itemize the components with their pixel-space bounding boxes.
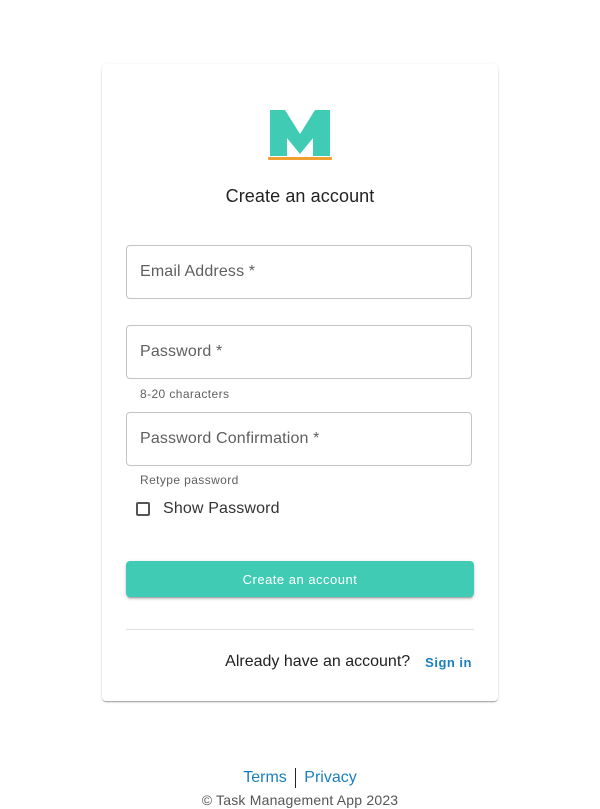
password-confirmation-helper-text: Retype password	[140, 473, 239, 487]
show-password-label: Show Password	[163, 500, 280, 517]
password-helper-text: 8-20 characters	[140, 387, 230, 401]
footer-links: Terms Privacy	[0, 768, 600, 788]
show-password-checkbox[interactable]	[136, 502, 150, 516]
show-password-toggle[interactable]: Show Password	[136, 498, 280, 520]
signup-card: Create an account Email Address * Passwo…	[102, 64, 498, 701]
privacy-link[interactable]: Privacy	[304, 769, 356, 787]
divider	[126, 629, 474, 630]
copyright-text: © Task Management App 2023	[201, 792, 399, 808]
password-field[interactable]: Password *	[126, 325, 472, 379]
email-input[interactable]	[127, 246, 471, 298]
page-title: Create an account	[225, 186, 375, 206]
signup-page: Create an account Email Address * Passwo…	[0, 0, 600, 809]
signin-link[interactable]: Sign in	[425, 655, 472, 670]
email-field[interactable]: Email Address *	[126, 245, 472, 299]
password-confirmation-field[interactable]: Password Confirmation *	[126, 412, 472, 466]
signin-row: Already have an account? Sign in	[102, 652, 472, 672]
footer-divider	[294, 768, 297, 788]
signin-prompt: Already have an account?	[225, 653, 411, 670]
m-logo-icon	[268, 110, 332, 160]
create-account-button[interactable]: Create an account	[126, 561, 474, 597]
terms-link[interactable]: Terms	[243, 769, 287, 787]
password-input[interactable]	[127, 326, 471, 378]
password-confirmation-input[interactable]	[127, 413, 471, 465]
